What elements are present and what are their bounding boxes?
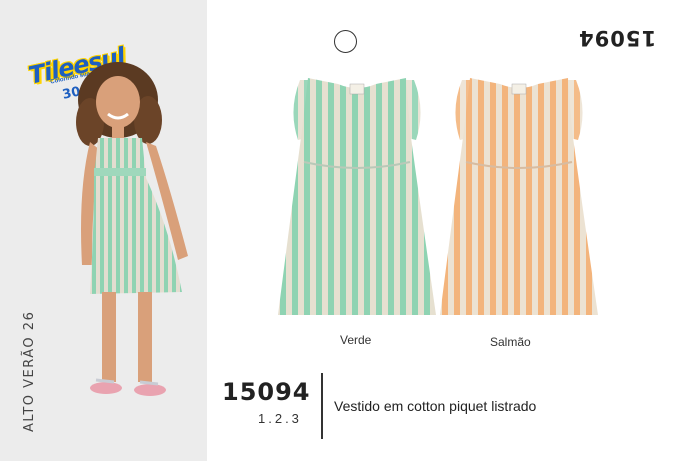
product-code: 15094 — [222, 378, 311, 406]
flipped-product-code: 15094 — [578, 26, 657, 50]
selection-circle[interactable] — [334, 30, 357, 53]
model-photo — [76, 62, 188, 396]
divider — [321, 373, 323, 439]
dress-image-salmao[interactable] — [430, 70, 608, 328]
season-label: ALTO VERÃO 26 — [22, 310, 37, 432]
model-panel: Tileesul Colorindo sua vida 30 anos — [0, 0, 207, 461]
color-label-verde: Verde — [340, 333, 372, 347]
product-description: Vestido em cotton piquet listrado — [334, 398, 537, 414]
dress-image-verde[interactable] — [268, 70, 446, 328]
color-label-salmao: Salmão — [490, 335, 531, 349]
product-sizes: 1.2.3 — [258, 411, 302, 426]
